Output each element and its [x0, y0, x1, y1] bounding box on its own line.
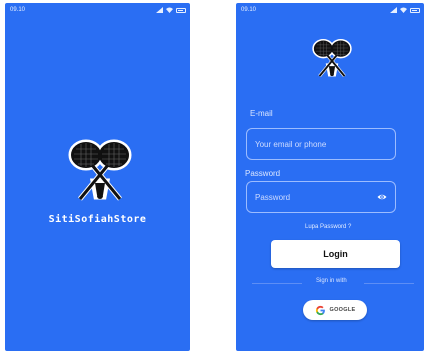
status-bar: 09.10	[5, 3, 190, 17]
eye-icon[interactable]	[377, 192, 387, 202]
signal-icon	[156, 7, 163, 13]
google-icon	[315, 305, 325, 315]
sign-in-with-label: Sign in with	[316, 278, 347, 284]
divider-left	[252, 283, 302, 284]
email-label: E-mail	[250, 109, 273, 118]
divider-right	[364, 283, 414, 284]
password-field[interactable]	[246, 181, 396, 213]
login-button[interactable]: Login	[271, 240, 400, 268]
signal-icon	[390, 7, 397, 13]
battery-icon	[410, 7, 420, 13]
google-button-label: GOOGLE	[329, 307, 356, 313]
wifi-icon	[400, 7, 407, 13]
login-screen: 09.10 E-mail Your email or phone Passwor…	[236, 3, 424, 351]
status-icons	[390, 7, 420, 13]
status-time: 09.10	[241, 7, 257, 13]
status-time: 09.10	[10, 7, 26, 13]
password-input[interactable]	[255, 182, 375, 212]
password-label: Password	[245, 169, 281, 178]
battery-icon	[176, 7, 186, 13]
status-bar: 09.10	[236, 3, 424, 17]
google-sign-in-button[interactable]: GOOGLE	[303, 300, 367, 320]
badminton-logo-icon	[312, 36, 352, 80]
wifi-icon	[166, 7, 173, 13]
status-icons	[156, 7, 186, 13]
email-field[interactable]	[246, 128, 396, 160]
splash-screen: 09.10 SitiSofiahStore	[5, 3, 190, 351]
store-name: SitiSofiahStore	[48, 214, 147, 225]
badminton-logo-icon	[68, 137, 132, 203]
forgot-password-link[interactable]: Lupa Password ?	[305, 224, 351, 230]
email-input[interactable]	[255, 129, 375, 159]
